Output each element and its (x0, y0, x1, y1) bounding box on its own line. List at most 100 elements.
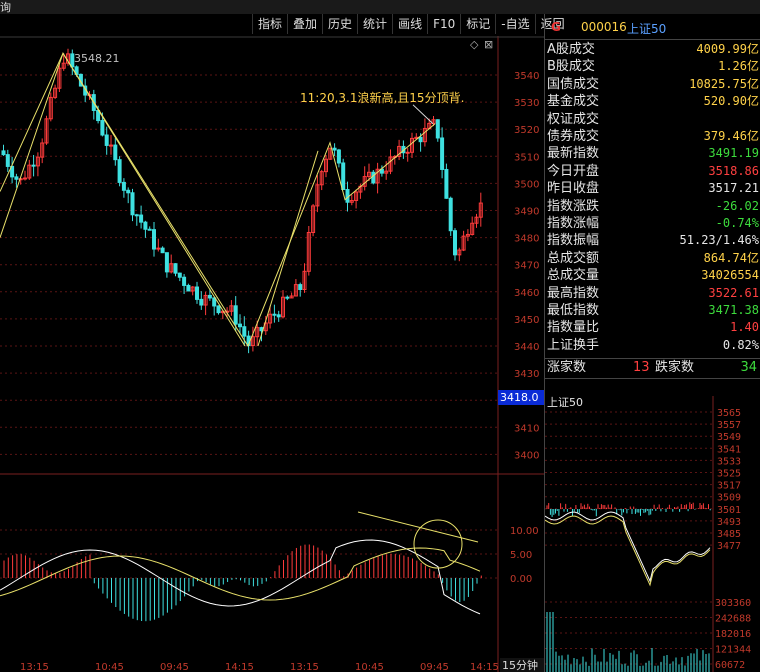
price-axis-tick: 3500 (514, 179, 539, 190)
quote-row-label: 最新指数 (547, 146, 600, 162)
quote-row: 债券成交 379.46亿 (545, 128, 760, 145)
chart-toolbar: 指标 叠加 历史 统计 画线 F10 标记 -自选 返回 (252, 14, 565, 36)
candle-body (199, 298, 204, 306)
quote-row-label: 指数量比 (547, 320, 600, 336)
candle-body (109, 144, 113, 147)
quote-row-value: 3517.21 (708, 181, 759, 196)
toolbar-history-button[interactable]: 历史 (322, 14, 357, 34)
mini-price-tick: 3565 (717, 408, 741, 419)
high-price-label: 3548.21 (74, 52, 120, 65)
quote-row: A股成交 4009.99亿 (545, 41, 760, 58)
candle-body (121, 181, 126, 191)
intraday-mini-chart[interactable]: 上证50 35653557354935413533 352535173509350… (545, 396, 760, 672)
candle-body (332, 147, 337, 151)
quote-row-value: 10825.75亿 (689, 76, 759, 91)
falling-label: 跌家数 (655, 360, 695, 375)
quote-row-label: 债券成交 (547, 129, 600, 144)
time-axis-tick: 09:45 (160, 662, 189, 672)
price-axis-tick: 3470 (514, 261, 539, 272)
wave-line (0, 52, 246, 347)
quote-row-value: 379.46亿 (703, 129, 759, 143)
divergence-circle (413, 519, 463, 569)
price-axis-tick: 3480 (514, 234, 539, 245)
candle-body (207, 294, 212, 299)
quote-row: 上证换手 0.82% (545, 337, 760, 354)
quote-row: 总成交额 864.74亿 (545, 250, 760, 267)
quote-row-value: 520.90亿 (703, 94, 759, 109)
candle-body (5, 154, 10, 167)
candle-body (143, 221, 148, 230)
quote-row-value: -0.74% (715, 216, 759, 230)
quote-row-value: 0.82% (722, 337, 759, 352)
annotation-arrow (412, 104, 434, 125)
candle-body (117, 159, 122, 183)
divider (545, 378, 760, 379)
quote-row-label: 总成交额 (547, 250, 600, 266)
quote-row-label: 今日开盘 (547, 163, 600, 179)
time-axis-tick: 13:15 (290, 662, 319, 672)
mini-price-tick: 3509 (717, 493, 741, 504)
toolbar-stats-button[interactable]: 统计 (357, 14, 392, 34)
price-axis-tick: 3400 (514, 450, 539, 461)
mini-price-tick: 3549 (717, 432, 741, 443)
quote-row-value: 1.26亿 (718, 59, 759, 74)
index-flag: G (551, 20, 561, 34)
quote-row: 指数涨幅 -0.74% (545, 215, 760, 232)
candle-body (104, 134, 109, 146)
quote-row-label: 最高指数 (547, 285, 600, 301)
price-axis-tick: 3530 (514, 98, 539, 109)
candle-body (126, 189, 131, 194)
candle-body (448, 197, 453, 232)
candle-body (405, 151, 410, 154)
mini-volume-tick: 303360 (715, 598, 751, 609)
price-axis-tick: 3440 (514, 342, 539, 353)
period-label[interactable]: 15分钟 (502, 658, 538, 672)
candle-body (238, 323, 242, 328)
candle-body (345, 189, 350, 203)
market-breadth: 涨家数 13 跌家数 34 (545, 359, 760, 377)
candle-body (336, 149, 341, 164)
candle-body (147, 228, 152, 231)
trading-terminal: 询 指标 叠加 历史 统计 画线 F10 标记 -自选 返回 3540 3530 3… (0, 0, 760, 672)
toolbar-indicator-button[interactable]: 指标 (252, 14, 287, 34)
toolbar-overlay-button[interactable]: 叠加 (287, 14, 322, 34)
mini-avg-line (545, 515, 711, 587)
candle-body (444, 168, 449, 199)
quote-row-value: 3491.19 (708, 146, 759, 161)
mini-volume-tick: 60672 (715, 660, 745, 671)
toolbar-drawline-button[interactable]: 画线 (392, 14, 427, 34)
candle-body (100, 120, 105, 136)
quote-row-value: 3471.38 (708, 303, 759, 317)
toolbar-f10-button[interactable]: F10 (427, 14, 460, 34)
toolbar-mark-button[interactable]: 标记 (460, 14, 495, 34)
quote-row-label: A股成交 (547, 42, 595, 57)
window-title: 询 (0, 1, 11, 14)
quote-row-label: 昨日收盘 (547, 181, 600, 197)
quote-row-value: 51.23/1.46% (679, 233, 759, 248)
window-titlebar: 询 (0, 0, 760, 14)
quote-row-value: -26.02 (715, 198, 759, 213)
quote-row-value: 3522.61 (708, 285, 759, 300)
candle-body (298, 284, 303, 291)
price-axis-tick: 3520 (514, 125, 539, 136)
candle-body (233, 305, 238, 325)
macd-axis-tick: 10.00 (510, 526, 539, 537)
diamond-icon[interactable]: ◇ (470, 38, 479, 51)
candle-body (156, 247, 161, 250)
candle-body (177, 272, 182, 278)
kline-chart[interactable]: 3540 3530 3520 3510 3500 3490 3480 3470 3460 3450… (0, 36, 544, 672)
macd-axis-tick: 5.00 (510, 550, 532, 561)
quote-row: B股成交 1.26亿 (545, 58, 760, 75)
candle-body (164, 252, 169, 273)
quote-row-value: 4009.99亿 (696, 42, 759, 56)
candle-body (186, 284, 191, 292)
quote-panel: G 000016 上证50 A股成交 4009.99亿 B股成交 1.26亿 国债成交 1… (544, 14, 760, 672)
price-axis-tick: 3540 (514, 71, 539, 82)
mini-price-tick: 3517 (717, 481, 741, 492)
candle-body (23, 177, 27, 180)
quote-row-value: 34026554 (701, 268, 759, 283)
quote-row: 国债成交 10825.75亿 (545, 76, 760, 93)
index-name: 上证50 (627, 22, 667, 36)
close-icon[interactable]: ⊠ (484, 38, 493, 51)
toolbar-watchlist-button[interactable]: -自选 (495, 14, 534, 34)
